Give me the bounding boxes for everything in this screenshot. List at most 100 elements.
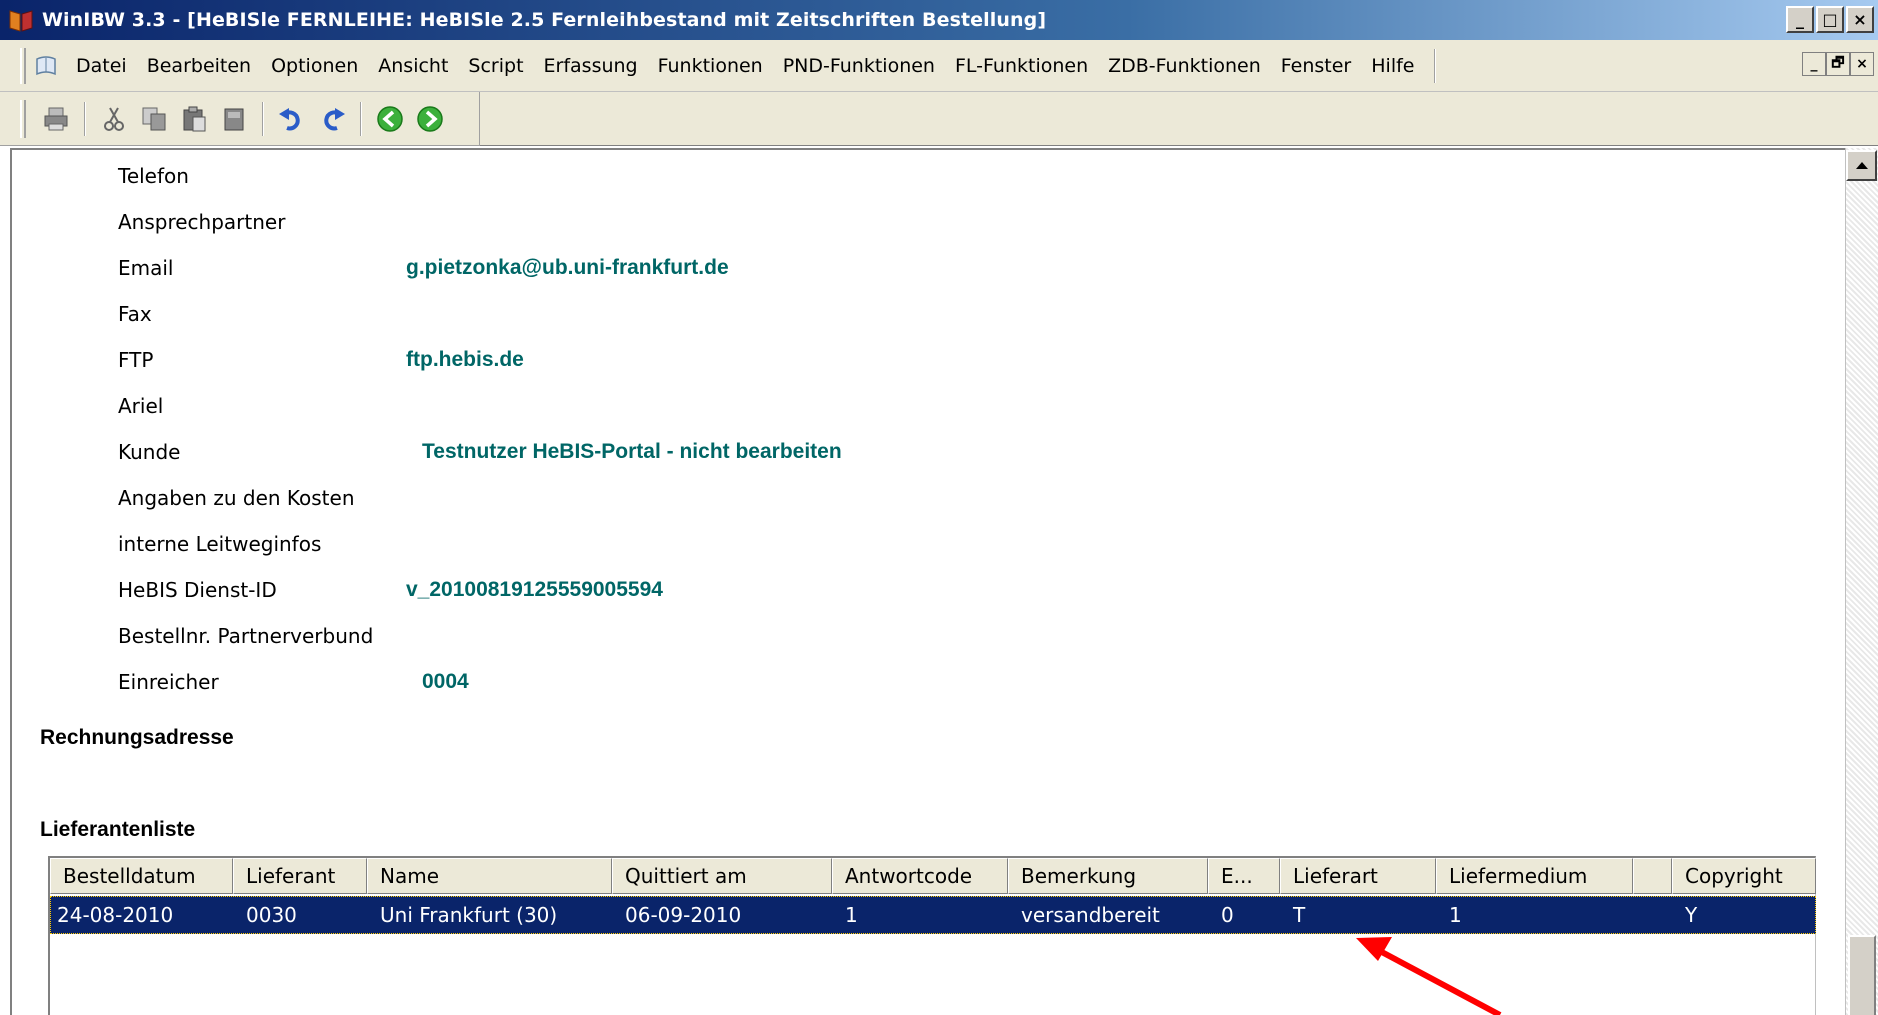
- menu-zdb-funktionen[interactable]: ZDB-Funktionen: [1098, 55, 1271, 77]
- kunde-value[interactable]: Testnutzer HeBIS-Portal - nicht bearbeit…: [422, 440, 842, 464]
- cell-lieferart: T: [1293, 903, 1306, 927]
- close-button[interactable]: ×: [1846, 6, 1874, 33]
- cell-blank: [1634, 897, 1673, 933]
- delete-icon[interactable]: [217, 102, 251, 136]
- column-header-bemerkung[interactable]: Bemerkung: [1008, 858, 1208, 894]
- field-row-email: Email g.pietzonka@ub.uni-frankfurt.de: [118, 253, 729, 283]
- mdi-minimize-button[interactable]: _: [1802, 52, 1826, 76]
- menu-datei[interactable]: Datei: [66, 55, 137, 77]
- column-header-e[interactable]: E...: [1208, 858, 1280, 894]
- menu-optionen[interactable]: Optionen: [261, 55, 368, 77]
- field-row-fax: Fax: [118, 299, 418, 329]
- table-row[interactable]: 24-08-2010 0030 Uni Frankfurt (30) 06-09…: [50, 896, 1816, 934]
- field-row-dienst-id: HeBIS Dienst-ID v_20100819125559005594: [118, 575, 663, 605]
- field-row-kosten: Angaben zu den Kosten: [118, 483, 418, 513]
- field-label: Angaben zu den Kosten: [118, 486, 355, 510]
- field-label: FTP: [118, 348, 154, 372]
- toolbar-separator: [262, 101, 264, 136]
- menubar-grip[interactable]: [20, 47, 26, 84]
- cut-icon[interactable]: [97, 102, 131, 136]
- field-row-einreicher: Einreicher 0004: [118, 667, 469, 697]
- field-row-ftp: FTP ftp.hebis.de: [118, 345, 524, 375]
- menu-funktionen[interactable]: Funktionen: [648, 55, 773, 77]
- menu-erfassung[interactable]: Erfassung: [534, 55, 648, 77]
- print-icon[interactable]: [39, 102, 73, 136]
- column-header-lieferart[interactable]: Lieferart: [1280, 858, 1436, 894]
- field-label: interne Leitweginfos: [118, 532, 322, 556]
- scroll-thumb[interactable]: [1848, 935, 1876, 1015]
- section-rechnungsadresse: Rechnungsadresse: [40, 726, 234, 749]
- field-label: Telefon: [118, 164, 189, 188]
- menu-bar: Datei Bearbeiten Optionen Ansicht Script…: [0, 40, 1878, 92]
- column-header-lieferant[interactable]: Lieferant: [233, 858, 367, 894]
- mdi-close-button[interactable]: ×: [1850, 52, 1874, 76]
- menu-ansicht[interactable]: Ansicht: [368, 55, 458, 77]
- supplier-table: Bestelldatum Lieferant Name Quittiert am…: [48, 856, 1816, 1015]
- menu-fenster[interactable]: Fenster: [1271, 55, 1361, 77]
- document-icon[interactable]: [34, 55, 58, 77]
- einreicher-value: 0004: [422, 670, 469, 693]
- cell-copyright: Y: [1685, 903, 1698, 927]
- table-header: Bestelldatum Lieferant Name Quittiert am…: [50, 858, 1816, 894]
- mdi-restore-button[interactable]: 🗗: [1826, 52, 1850, 76]
- column-header-blank[interactable]: [1633, 858, 1672, 894]
- menu-bearbeiten[interactable]: Bearbeiten: [137, 55, 261, 77]
- field-label: Email: [118, 256, 174, 280]
- field-row-telefon: Telefon: [118, 161, 418, 191]
- column-header-name[interactable]: Name: [367, 858, 612, 894]
- undo-icon[interactable]: [275, 102, 309, 136]
- section-lieferantenliste: Lieferantenliste: [40, 818, 196, 841]
- window-title: WinIBW 3.3 - [HeBISle FERNLEIHE: HeBISle…: [42, 9, 1047, 31]
- field-row-bestellnr: Bestellnr. Partnerverbund: [118, 621, 418, 651]
- cell-lieferant: 0030: [246, 903, 297, 927]
- field-row-ansprechpartner: Ansprechpartner: [118, 207, 418, 237]
- title-bar: WinIBW 3.3 - [HeBISle FERNLEIHE: HeBISle…: [0, 0, 1878, 40]
- cell-liefermedium: 1: [1449, 903, 1462, 927]
- field-label: Kunde: [118, 440, 181, 464]
- field-label: Einreicher: [118, 670, 219, 694]
- redo-icon[interactable]: [315, 102, 349, 136]
- field-label: Ariel: [118, 394, 164, 418]
- toolbar: [0, 92, 480, 146]
- menu-fl-funktionen[interactable]: FL-Funktionen: [945, 55, 1098, 77]
- toolbar-separator: [84, 101, 86, 136]
- field-label: Ansprechpartner: [118, 210, 286, 234]
- column-header-copyright[interactable]: Copyright: [1672, 858, 1816, 894]
- dienst-id-value: v_20100819125559005594: [406, 578, 663, 601]
- scroll-up-button[interactable]: [1846, 150, 1877, 181]
- field-label: HeBIS Dienst-ID: [118, 578, 277, 602]
- column-header-bestelldatum[interactable]: Bestelldatum: [50, 858, 233, 894]
- forward-arrow-icon[interactable]: [413, 102, 447, 136]
- toolbar-grip[interactable]: [20, 99, 26, 138]
- back-arrow-icon[interactable]: [373, 102, 407, 136]
- column-header-liefermedium[interactable]: Liefermedium: [1436, 858, 1633, 894]
- ftp-value[interactable]: ftp.hebis.de: [406, 348, 524, 372]
- menu-pnd-funktionen[interactable]: PND-Funktionen: [773, 55, 945, 77]
- cell-name: Uni Frankfurt (30): [380, 903, 558, 927]
- scroll-up-arrow-icon: [1855, 162, 1868, 169]
- field-row-ariel: Ariel: [118, 391, 418, 421]
- toolbar-background: [480, 92, 1878, 146]
- maximize-button[interactable]: □: [1816, 6, 1844, 33]
- menu-separator: [1434, 48, 1437, 83]
- column-header-quittiert-am[interactable]: Quittiert am: [612, 858, 832, 894]
- cell-bestelldatum: 24-08-2010: [57, 903, 174, 927]
- menu-hilfe[interactable]: Hilfe: [1361, 55, 1424, 77]
- field-row-kunde: Kunde Testnutzer HeBIS-Portal - nicht be…: [118, 437, 842, 467]
- vertical-scrollbar[interactable]: [1845, 148, 1878, 1015]
- cell-bemerkung: versandbereit: [1021, 903, 1160, 927]
- column-header-antwortcode[interactable]: Antwortcode: [832, 858, 1008, 894]
- field-label: Bestellnr. Partnerverbund: [118, 624, 374, 648]
- cell-e: 0: [1221, 903, 1234, 927]
- cell-quittiert-am: 06-09-2010: [625, 903, 742, 927]
- field-label: Fax: [118, 302, 152, 326]
- menu-script[interactable]: Script: [458, 55, 533, 77]
- email-value[interactable]: g.pietzonka@ub.uni-frankfurt.de: [406, 256, 729, 280]
- toolbar-separator: [360, 101, 362, 136]
- cell-antwortcode: 1: [845, 903, 858, 927]
- paste-icon[interactable]: [177, 102, 211, 136]
- copy-icon[interactable]: [137, 102, 171, 136]
- winibw-app-icon[interactable]: [8, 7, 34, 33]
- minimize-button[interactable]: _: [1786, 6, 1814, 33]
- field-row-leitweginfos: interne Leitweginfos: [118, 529, 418, 559]
